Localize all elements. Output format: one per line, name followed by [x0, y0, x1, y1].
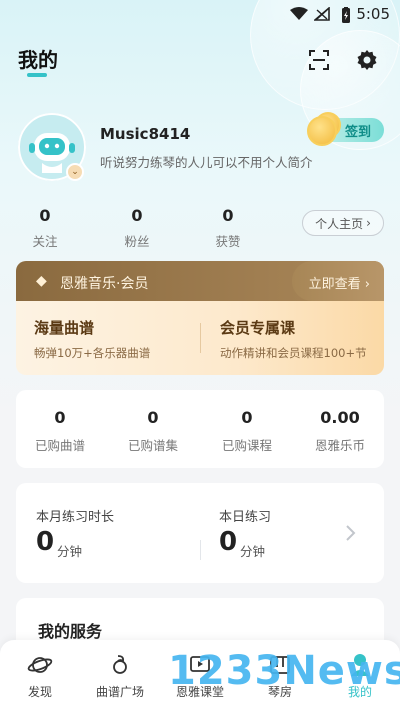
stat-fans[interactable]: 0 粉丝: [107, 206, 167, 250]
stat-label: 获赞: [215, 234, 241, 249]
chevron-right-icon: ›: [366, 216, 371, 230]
purchase-label: 恩雅乐币: [314, 438, 365, 453]
chevron-right-icon[interactable]: [345, 524, 357, 542]
services-title: 我的服务: [38, 622, 103, 641]
music-note-icon: [113, 655, 127, 674]
vip-item-title: 海量曲谱: [34, 319, 95, 337]
purchase-scores[interactable]: 0 已购曲谱: [20, 408, 100, 454]
purchase-value: 0: [241, 408, 253, 427]
clock: 5:05: [356, 5, 390, 23]
watermark: 1233News: [168, 648, 400, 694]
vip-card[interactable]: ◆ 恩雅音乐·会员 立即查看 › 海量曲谱 畅弹10万+各乐器曲谱 会员专属课 …: [16, 261, 384, 375]
vip-view-button[interactable]: 立即查看 ›: [309, 273, 370, 292]
purchase-label: 已购课程: [221, 438, 272, 453]
vip-item-subtitle: 动作精讲和会员课程100+节: [220, 346, 367, 360]
stat-value: 0: [39, 206, 51, 225]
day-practice-label: 本日练习: [219, 510, 272, 525]
divider: [200, 540, 201, 560]
month-practice-unit: 分钟: [57, 544, 83, 559]
chevron-right-icon: ›: [364, 277, 370, 292]
gear-icon: [357, 50, 377, 70]
scan-icon: [309, 50, 329, 70]
stat-value: 0: [222, 206, 234, 225]
scan-button[interactable]: [305, 46, 333, 74]
homepage-button[interactable]: 个人主页 ›: [302, 210, 384, 236]
nav-label: 发现: [27, 685, 52, 699]
signin-label[interactable]: 签到: [345, 121, 371, 140]
purchase-value: 0: [54, 408, 66, 427]
nav-item-discover[interactable]: 发现: [2, 652, 78, 700]
settings-button[interactable]: [353, 46, 381, 74]
signal-icon: [314, 7, 330, 21]
stat-label: 关注: [32, 234, 58, 249]
month-practice-value: 0: [36, 527, 55, 557]
day-practice-unit: 分钟: [240, 544, 266, 559]
stat-value: 0: [131, 206, 143, 225]
month-practice-label: 本月练习时长: [36, 510, 115, 525]
vip-title: 恩雅音乐·会员: [60, 276, 149, 292]
purchase-coins[interactable]: 0.00 恩雅乐币: [300, 408, 380, 454]
bio: 听说努力练琴的人儿可以不用个人简介: [100, 155, 313, 170]
planet-icon: [27, 657, 53, 673]
purchase-label: 已购曲谱: [34, 438, 85, 453]
vip-badge-icon: ⌄: [66, 163, 84, 181]
purchase-label: 已购谱集: [127, 438, 178, 453]
diamond-icon: ◆: [36, 273, 47, 289]
divider: [200, 323, 201, 353]
coin-icon: [307, 116, 337, 146]
vip-item-title: 会员专属课: [220, 319, 296, 337]
practice-card[interactable]: [16, 483, 384, 583]
title-underline: [27, 73, 47, 77]
vip-item-subtitle: 畅弹10万+各乐器曲谱: [34, 346, 151, 360]
username: Music8414: [100, 125, 191, 143]
stat-following[interactable]: 0 关注: [15, 206, 75, 250]
stat-label: 粉丝: [124, 234, 150, 249]
homepage-button-label: 个人主页: [315, 216, 364, 231]
battery-icon: [342, 7, 350, 23]
status-bar: 5:05: [0, 0, 400, 28]
purchase-collections[interactable]: 0 已购谱集: [113, 408, 193, 454]
vip-view-label: 立即查看: [308, 277, 361, 292]
purchase-value: 0.00: [320, 408, 360, 427]
wifi-icon: [290, 7, 308, 20]
page-title: 我的: [18, 48, 58, 72]
nav-label: 曲谱广场: [95, 685, 144, 699]
purchase-value: 0: [147, 408, 159, 427]
stat-likes[interactable]: 0 获赞: [198, 206, 258, 250]
purchase-courses[interactable]: 0 已购课程: [207, 408, 287, 454]
day-practice-value: 0: [219, 527, 238, 557]
nav-item-scores[interactable]: 曲谱广场: [82, 652, 158, 700]
